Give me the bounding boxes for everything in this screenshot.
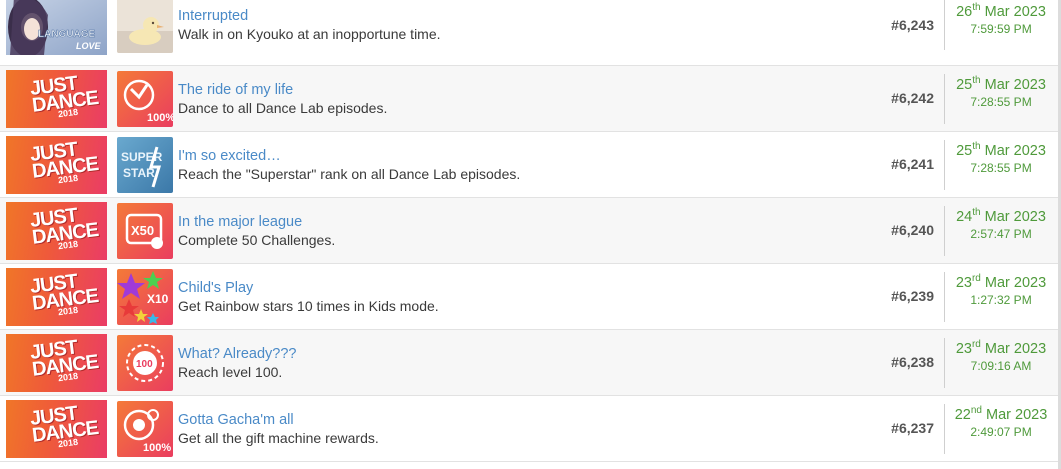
unlock-date: 23rd Mar 2023 1:27:32 PM <box>945 274 1057 308</box>
achievement-row: JUST DANCE 2018 SUPER STAR I'm so excited…… <box>0 132 1061 198</box>
achievement-title[interactable]: Child's Play <box>178 280 253 296</box>
achievement-row: JUST DANCE 2018 X10 Child's Play Get Rainb… <box>0 264 1061 330</box>
unlock-rank: #6,240 <box>891 222 934 238</box>
x50-challenge-icon[interactable]: X50 <box>117 203 173 259</box>
unlock-time: 1:27:32 PM <box>970 293 1032 307</box>
unlock-date: 23rd Mar 2023 7:09:16 AM <box>945 340 1057 374</box>
achievement-description: Get all the gift machine rewards. <box>178 430 379 446</box>
unlock-time: 7:59:59 PM <box>970 22 1032 36</box>
achievement-title[interactable]: Gotta Gacha'm all <box>178 412 294 428</box>
unlock-date: 26th Mar 2023 7:59:59 PM <box>945 3 1057 37</box>
unlock-rank: #6,237 <box>891 420 934 436</box>
svg-text:100%: 100% <box>143 442 171 454</box>
achievement-title[interactable]: The ride of my life <box>178 82 293 98</box>
rubber-duck-icon[interactable] <box>117 0 173 53</box>
svg-text:100: 100 <box>136 359 153 370</box>
game-thumbnail-just-dance-2018[interactable]: JUST DANCE 2018 <box>6 400 107 458</box>
svg-text:X50: X50 <box>131 223 154 238</box>
game-thumbnail-just-dance-2018[interactable]: JUST DANCE 2018 <box>6 202 107 260</box>
unlock-time: 7:28:55 PM <box>970 161 1032 175</box>
rainbow-stars-icon[interactable]: X10 <box>117 269 173 325</box>
game-thumbnail-just-dance-2018[interactable]: JUST DANCE 2018 <box>6 268 107 326</box>
unlock-time: 7:09:16 AM <box>970 359 1032 373</box>
unlock-time: 2:57:47 PM <box>970 227 1032 241</box>
achievement-title[interactable]: Interrupted <box>178 8 248 24</box>
unlock-rank: #6,241 <box>891 156 934 172</box>
achievement-description: Reach the "Superstar" rank on all Dance … <box>178 166 521 182</box>
achievement-description: Get Rainbow stars 10 times in Kids mode. <box>178 298 439 314</box>
unlock-date: 25th Mar 2023 7:28:55 PM <box>945 76 1057 110</box>
game-logo-text: LANGUAGE <box>38 29 96 40</box>
unlock-date: 22nd Mar 2023 2:49:07 PM <box>945 406 1057 440</box>
achievement-description: Walk in on Kyouko at an inopportune time… <box>178 26 441 42</box>
unlock-date: 25th Mar 2023 7:28:55 PM <box>945 142 1057 176</box>
svg-text:X10: X10 <box>147 292 169 306</box>
unlock-date: 24th Mar 2023 2:57:47 PM <box>945 208 1057 242</box>
unlock-date-day: 26th Mar 2023 <box>956 2 1046 21</box>
achievement-title[interactable]: In the major league <box>178 214 302 230</box>
unlock-rank: #6,239 <box>891 288 934 304</box>
game-thumbnail-language-of-love[interactable]: LANGUAGE LOVE <box>6 0 107 55</box>
level-100-badge-icon[interactable]: 100 <box>117 335 173 391</box>
achievement-description: Reach level 100. <box>178 364 283 380</box>
achievement-row: JUST DANCE 2018 100 What? Already??? Reach… <box>0 330 1061 396</box>
achievement-row: JUST DANCE 2018 100% Gotta Gacha'm all Get… <box>0 396 1061 462</box>
achievement-title[interactable]: I'm so excited… <box>178 148 281 164</box>
unlock-rank: #6,238 <box>891 354 934 370</box>
achievement-row: JUST DANCE 2018 X50 In the major league Co… <box>0 198 1061 264</box>
game-thumbnail-just-dance-2018[interactable]: JUST DANCE 2018 <box>6 70 107 128</box>
unlock-time: 7:28:55 PM <box>970 95 1032 109</box>
game-thumbnail-just-dance-2018[interactable]: JUST DANCE 2018 <box>6 136 107 194</box>
superstar-icon[interactable]: SUPER STAR <box>117 137 173 193</box>
unlock-rank: #6,242 <box>891 90 934 106</box>
unlock-rank: #6,243 <box>891 17 934 33</box>
gacha-100-percent-icon[interactable]: 100% <box>117 401 173 457</box>
achievement-row: LANGUAGE LOVE Interrupted Walk in on Kyo… <box>0 0 1061 66</box>
achievement-description: Complete 50 Challenges. <box>178 232 336 248</box>
achievement-list: LANGUAGE LOVE Interrupted Walk in on Kyo… <box>0 0 1061 462</box>
achievement-title[interactable]: What? Already??? <box>178 346 297 362</box>
achievement-description: Dance to all Dance Lab episodes. <box>178 100 388 116</box>
game-thumbnail-just-dance-2018[interactable]: JUST DANCE 2018 <box>6 334 107 392</box>
100-percent-icon[interactable]: 100% <box>117 71 173 127</box>
svg-text:100%: 100% <box>147 112 173 124</box>
game-logo-text-2: LOVE <box>76 41 102 51</box>
unlock-time: 2:49:07 PM <box>970 425 1032 439</box>
achievement-row: JUST DANCE 2018 100% The ride of my life D… <box>0 66 1061 132</box>
